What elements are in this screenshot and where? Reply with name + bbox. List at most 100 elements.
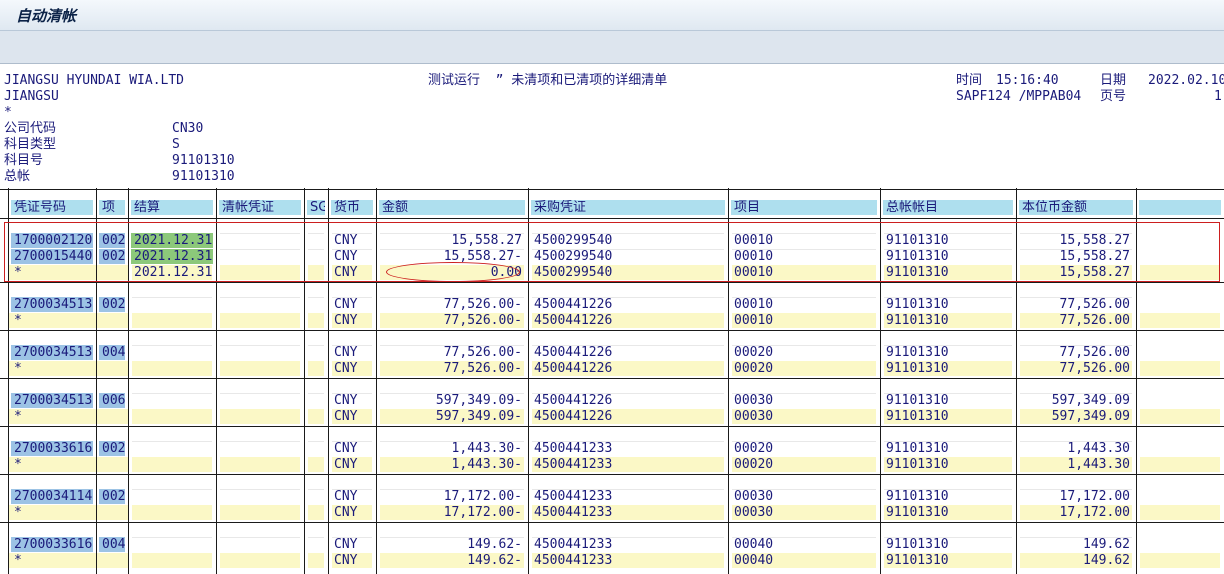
table-cell-po-item: 00020 [734, 457, 774, 472]
table-cell-local-amount: 149.62 [1083, 553, 1130, 568]
table-cell-currency: CNY [334, 457, 358, 472]
table-cell-gl-account: 91101310 [886, 345, 949, 360]
row-separator [0, 282, 1224, 283]
column-header-amount[interactable]: 金额 [379, 200, 525, 215]
table-cell-document-number[interactable]: * [11, 553, 93, 568]
table-cell-document-number[interactable]: 2700033616 [11, 441, 93, 456]
table-cell-amount: 77,526.00- [443, 313, 522, 328]
page-value: 1 [1214, 89, 1222, 104]
column-header-extra[interactable] [1139, 200, 1221, 215]
table-cell-document-number[interactable]: * [11, 505, 93, 520]
row-separator [0, 378, 1224, 379]
table-cell-clearing-document [219, 409, 301, 424]
table-cell-po-item: 00010 [734, 297, 774, 312]
table-cell-local-amount: 77,526.00 [1059, 361, 1130, 376]
table-cell-po-item: 00010 [734, 313, 774, 328]
field-value: 91101310 [172, 169, 235, 184]
table-cell-amount: 597,349.09- [435, 409, 522, 424]
table-cell-document-number[interactable]: * [11, 457, 93, 472]
column-header-sg[interactable]: SG [307, 200, 325, 215]
report-title: 测试运行 ” 未清项和已清项的详细清单 [428, 73, 668, 88]
column-header-local-amount[interactable]: 本位币金额 [1019, 200, 1133, 215]
table-cell-clearing-document [219, 505, 301, 520]
table-cell-item [99, 313, 125, 328]
column-header-gl-account[interactable]: 总帐帐目 [883, 200, 1013, 215]
table-cell-po-item: 00030 [734, 409, 774, 424]
column-header-po-item[interactable]: 项目 [731, 200, 877, 215]
table-cell-document-number[interactable]: * [11, 409, 93, 424]
time-value: 15:16:40 [996, 73, 1059, 88]
table-cell-document-number[interactable]: * [11, 313, 93, 328]
table-cell-gl-account: 91101310 [886, 441, 949, 456]
table-cell-amount: 1,443.30- [451, 457, 522, 472]
table-cell-amount: 77,526.00- [443, 361, 522, 376]
table-cell-document-number[interactable]: 2700034513 [11, 345, 93, 360]
table-cell-local-amount: 17,172.00 [1059, 489, 1130, 504]
field-label: 科目号 [4, 153, 44, 168]
table-cell-clearing-document [219, 489, 301, 504]
table-cell-item [99, 553, 125, 568]
table-cell-amount: 17,172.00- [443, 505, 522, 520]
column-header-document-number[interactable]: 凭证号码 [11, 200, 93, 215]
table-cell-sg [307, 505, 325, 520]
table-cell-local-amount: 77,526.00 [1059, 297, 1130, 312]
table-cell-settlement [131, 553, 213, 568]
table-cell-po-item: 00040 [734, 553, 774, 568]
table-cell-document-number[interactable]: 2700034513 [11, 297, 93, 312]
table-cell-local-amount: 597,349.09 [1051, 409, 1130, 424]
table-cell-currency: CNY [334, 505, 358, 520]
table-cell-sg [307, 297, 325, 312]
table-cell-settlement [131, 457, 213, 472]
table-cell-settlement [131, 313, 213, 328]
program-name: SAPF124 /MPPAB04 [956, 89, 1082, 104]
table-cell-purchase-order: 4500441233 [534, 489, 613, 504]
table-cell-sg [307, 441, 325, 456]
column-header-item[interactable]: 项 [99, 200, 125, 215]
table-cell-amount: 597,349.09- [435, 393, 522, 408]
table-cell-amount: 149.62- [467, 537, 522, 552]
table-cell-local-amount: 1,443.30 [1067, 457, 1130, 472]
table-cell-local-amount: 77,526.00 [1059, 345, 1130, 360]
table-cell-local-amount: 597,349.09 [1051, 393, 1130, 408]
row-separator [0, 218, 1224, 219]
table-cell-sg [307, 409, 325, 424]
table-cell-currency: CNY [334, 393, 358, 408]
table-cell-settlement [131, 393, 213, 408]
table-cell-document-number[interactable]: 2700034114 [11, 489, 93, 504]
group-highlight-frame [4, 222, 1220, 282]
table-cell-currency: CNY [334, 441, 358, 456]
column-header-settlement[interactable]: 结算 [131, 200, 213, 215]
table-cell-document-number[interactable]: 2700033616 [11, 537, 93, 552]
table-cell-purchase-order: 4500441226 [534, 313, 613, 328]
table-cell-po-item: 00030 [734, 393, 774, 408]
table-cell-item: 004 [99, 537, 125, 552]
table-cell-po-item: 00020 [734, 441, 774, 456]
table-cell-document-number[interactable]: * [11, 361, 93, 376]
table-cell-sg [307, 313, 325, 328]
table-cell-item: 004 [99, 345, 125, 360]
column-header-purchase-order[interactable]: 采购凭证 [531, 200, 725, 215]
company-location: JIANGSU [4, 89, 59, 104]
table-cell-gl-account: 91101310 [886, 505, 949, 520]
table-cell-gl-account: 91101310 [886, 297, 949, 312]
table-cell-currency: CNY [334, 537, 358, 552]
table-cell-amount: 1,443.30- [451, 441, 522, 456]
sum-row-bg [1140, 313, 1220, 328]
table-cell-purchase-order: 4500441226 [534, 409, 613, 424]
table-cell-document-number[interactable]: 2700034513 [11, 393, 93, 408]
row-separator [0, 426, 1224, 427]
table-cell-clearing-document [219, 537, 301, 552]
time-label: 时间 [956, 73, 983, 88]
table-cell-purchase-order: 4500441233 [534, 553, 613, 568]
column-header-currency[interactable]: 货币 [331, 200, 373, 215]
table-cell-currency: CNY [334, 409, 358, 424]
column-header-clearing-document[interactable]: 清帐凭证 [219, 200, 301, 215]
company-name: JIANGSU HYUNDAI WIA.LTD [4, 73, 185, 88]
table-cell-po-item: 00020 [734, 345, 774, 360]
table-cell-clearing-document [219, 441, 301, 456]
table-cell-po-item: 00020 [734, 361, 774, 376]
table-cell-sg [307, 393, 325, 408]
table-cell-sg [307, 489, 325, 504]
table-cell-gl-account: 91101310 [886, 457, 949, 472]
table-cell-settlement [131, 361, 213, 376]
